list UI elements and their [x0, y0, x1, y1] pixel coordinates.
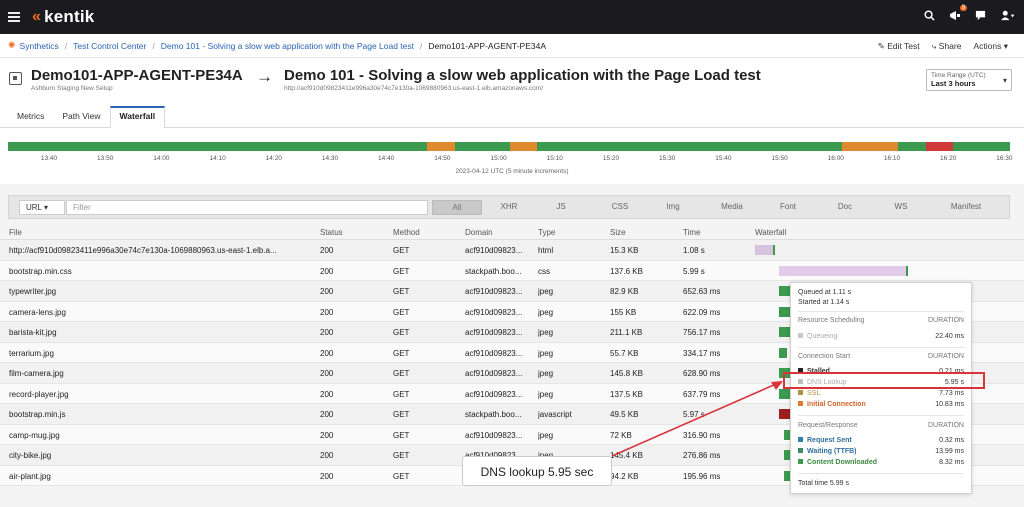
annotation-arrow [611, 381, 783, 457]
dns-callout: DNS lookup 5.95 sec [462, 456, 612, 486]
